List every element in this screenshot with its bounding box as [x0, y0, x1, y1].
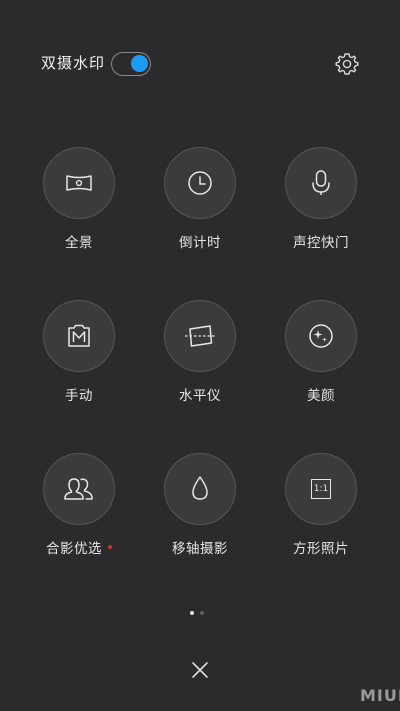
mode-button[interactable] [285, 300, 357, 372]
mode-panorama[interactable]: 全景 [25, 147, 135, 267]
close-icon [192, 662, 208, 678]
mode-countdown[interactable]: 倒计时 [146, 147, 256, 267]
mode-square-photo[interactable]: 1:1 方形照片 [267, 453, 377, 573]
group-photo-icon [64, 478, 93, 500]
mode-tilt-shift[interactable]: 移轴摄影 [146, 453, 256, 573]
new-badge [108, 545, 112, 549]
page-dot-active[interactable] [190, 611, 194, 615]
page-dot[interactable] [200, 611, 204, 615]
dual-watermark-toggle[interactable] [111, 52, 151, 76]
square-icon-text: 1:1 [313, 484, 329, 494]
dual-watermark-label: 双摄水印 [41, 54, 106, 72]
mode-button[interactable] [285, 147, 357, 219]
mode-level[interactable]: 水平仪 [146, 300, 256, 420]
gear-icon [335, 53, 359, 75]
mode-label: 倒计时 [179, 235, 221, 251]
mode-button[interactable]: 1:1 [285, 453, 357, 525]
mode-label: 全景 [65, 235, 93, 251]
mode-button[interactable] [164, 147, 236, 219]
page-indicator [190, 600, 210, 615]
mode-label: 手动 [65, 388, 93, 404]
clock-icon [188, 171, 212, 195]
mode-beauty[interactable]: 美颜 [267, 300, 377, 420]
mode-label-text: 合影优选 [46, 541, 102, 557]
mode-button[interactable] [164, 453, 236, 525]
square-icon: 1:1 [311, 479, 331, 499]
settings-button[interactable] [334, 51, 360, 77]
beauty-icon [309, 324, 333, 348]
tilt-shift-icon [192, 476, 208, 500]
level-icon [185, 325, 215, 347]
toggle-knob [131, 55, 148, 72]
microphone-icon [312, 170, 330, 195]
mode-voice-shutter[interactable]: 声控快门 [267, 147, 377, 267]
mode-button[interactable] [43, 300, 115, 372]
mode-manual[interactable]: 手动 [25, 300, 135, 420]
mode-label: 美颜 [307, 388, 335, 404]
mode-group-photo[interactable]: 合影优选 [25, 453, 135, 573]
mode-label: 水平仪 [179, 388, 221, 404]
mode-label: 合影优选 [25, 537, 133, 557]
mode-label: 移轴摄影 [172, 541, 228, 557]
manual-icon [68, 324, 90, 347]
mode-button[interactable] [164, 300, 236, 372]
panorama-icon [66, 175, 92, 191]
miui-logo: MIUI [360, 686, 400, 705]
mode-label: 方形照片 [293, 541, 349, 557]
close-button[interactable] [189, 659, 211, 681]
top-bar: 双摄水印 [0, 0, 400, 130]
mode-label: 声控快门 [293, 235, 349, 251]
mode-button[interactable] [43, 453, 115, 525]
mode-button[interactable] [43, 147, 115, 219]
